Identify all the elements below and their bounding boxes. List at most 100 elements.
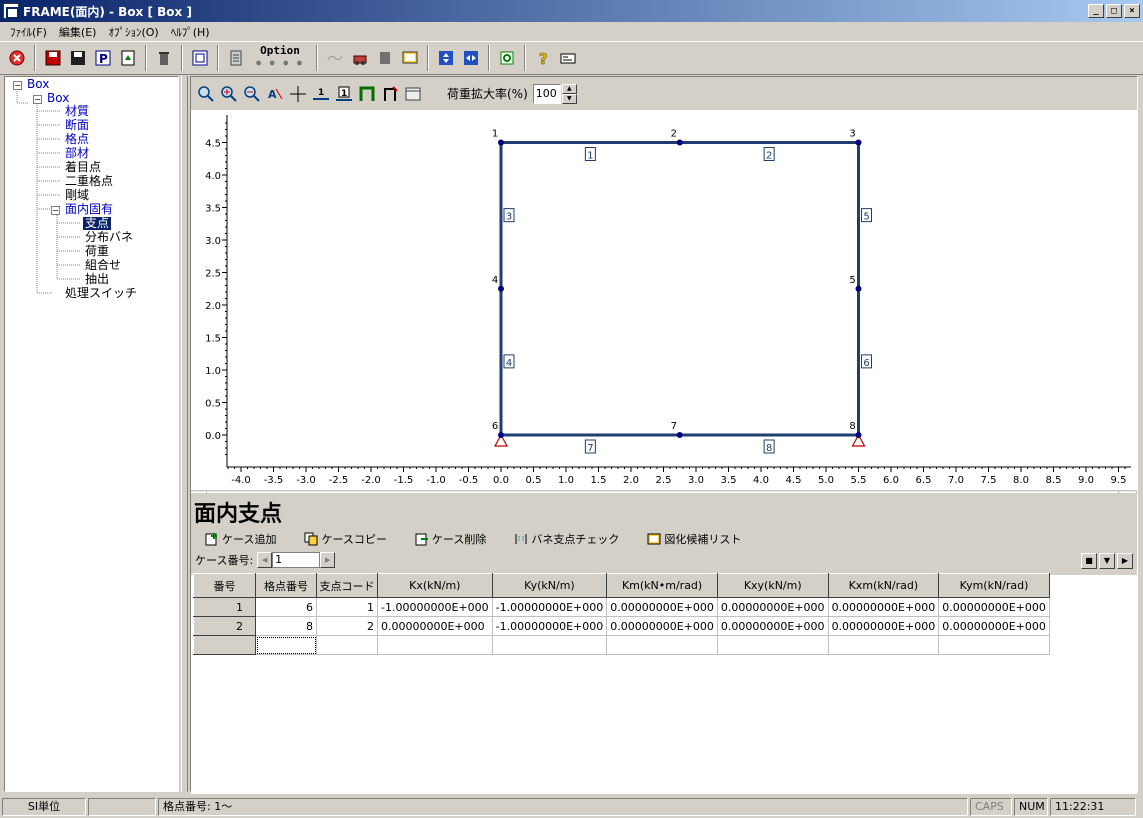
row-header[interactable]: 1 bbox=[193, 597, 256, 617]
stop-icon[interactable] bbox=[6, 47, 28, 69]
tree-item-support[interactable]: 支点 bbox=[83, 217, 112, 230]
cell-code[interactable]: 2 bbox=[316, 616, 378, 636]
cell-new[interactable] bbox=[606, 635, 718, 655]
member-number-icon[interactable]: 1 bbox=[333, 83, 355, 105]
block-icon[interactable] bbox=[374, 47, 396, 69]
option-selector[interactable]: Option ● ● ● ● bbox=[250, 45, 310, 71]
spring-check-button[interactable]: バネ支点チェック bbox=[514, 531, 619, 547]
trash-icon[interactable] bbox=[153, 47, 175, 69]
case-next-button[interactable]: ▶ bbox=[320, 552, 336, 568]
cell-code[interactable]: 1 bbox=[316, 597, 378, 617]
info-icon[interactable] bbox=[557, 47, 579, 69]
close-button[interactable]: × bbox=[1124, 4, 1140, 18]
cell-ky[interactable]: -1.00000000E+000 bbox=[491, 597, 608, 617]
case-number-input[interactable]: 1 bbox=[272, 552, 321, 568]
table-row-new[interactable] bbox=[193, 635, 1050, 655]
save-red-icon[interactable] bbox=[42, 47, 64, 69]
text-icon[interactable]: A bbox=[264, 83, 286, 105]
tree-item-load[interactable]: 荷重 bbox=[85, 245, 109, 258]
expander-root[interactable]: − bbox=[13, 81, 22, 90]
tree-item-combination[interactable]: 組合せ bbox=[85, 259, 121, 272]
plot-list-button[interactable]: 図化候補リスト bbox=[647, 531, 741, 547]
cell-new[interactable] bbox=[377, 635, 493, 655]
list-icon[interactable] bbox=[225, 47, 247, 69]
cell-kxm[interactable]: 0.00000000E+000 bbox=[827, 616, 940, 636]
refresh-icon[interactable] bbox=[496, 47, 518, 69]
case-prev-button[interactable]: ◀ bbox=[257, 552, 273, 568]
cell-kxy[interactable]: 0.00000000E+000 bbox=[716, 597, 829, 617]
tree-item-inplane[interactable]: 面内固有 bbox=[65, 203, 113, 216]
cell-ky[interactable]: -1.00000000E+000 bbox=[491, 616, 608, 636]
row-header[interactable]: 2 bbox=[193, 616, 256, 636]
tree-root[interactable]: Box bbox=[27, 78, 49, 91]
cell-new[interactable] bbox=[316, 635, 378, 655]
cell-new[interactable] bbox=[491, 635, 608, 655]
copy-case-button[interactable]: ケースコピー bbox=[304, 531, 387, 547]
col-header-km[interactable]: Km(kN•m/rad) bbox=[606, 573, 718, 598]
zoom-fit-icon[interactable] bbox=[195, 83, 217, 105]
support-display-icon[interactable] bbox=[379, 83, 401, 105]
cell-kym[interactable]: 0.00000000E+000 bbox=[938, 597, 1050, 617]
crosshair-icon[interactable] bbox=[287, 83, 309, 105]
wave-icon[interactable] bbox=[324, 47, 346, 69]
frame-display-icon[interactable] bbox=[356, 83, 378, 105]
pane-splitter[interactable] bbox=[181, 76, 188, 792]
tree-item-node[interactable]: 格点 bbox=[65, 133, 89, 146]
menu-edit[interactable]: 編集(E) bbox=[53, 24, 103, 40]
cell-new[interactable] bbox=[716, 635, 829, 655]
tree-item-focus-point[interactable]: 着目点 bbox=[65, 161, 101, 174]
cell-kx[interactable]: 0.00000000E+000 bbox=[377, 616, 493, 636]
maximize-button[interactable]: □ bbox=[1106, 4, 1122, 18]
frame-canvas[interactable]: 0.0 0.5 1.0 1.5 2.0 2.5 3.0 3.5 4.0 4.5 -4.0 -3.5 -3… bbox=[191, 111, 1137, 492]
tree-item-rigid-zone[interactable]: 剛域 bbox=[65, 189, 89, 202]
print-p-icon[interactable]: P bbox=[92, 47, 114, 69]
tree-item-section[interactable]: 断面 bbox=[65, 119, 89, 132]
cell-new[interactable] bbox=[938, 635, 1050, 655]
save-icon[interactable] bbox=[67, 47, 89, 69]
panel-stop-button[interactable]: ■ bbox=[1081, 553, 1097, 569]
cell-kxm[interactable]: 0.00000000E+000 bbox=[827, 597, 940, 617]
col-header-code[interactable]: 支点コード bbox=[316, 573, 378, 598]
zoom-spinner[interactable]: ▲ ▼ bbox=[561, 83, 577, 104]
minimize-button[interactable]: _ bbox=[1088, 4, 1104, 18]
col-header-kxy[interactable]: Kxy(kN/m) bbox=[716, 573, 829, 598]
table-row[interactable]: 2 8 2 0.00000000E+000 -1.00000000E+000 0… bbox=[193, 616, 1050, 636]
col-header-kx[interactable]: Kx(kN/m) bbox=[377, 573, 493, 598]
menu-file[interactable]: ﾌｧｲﾙ(F) bbox=[4, 24, 53, 40]
tree-item-member[interactable]: 部材 bbox=[65, 147, 89, 160]
col-header-no[interactable]: 番号 bbox=[193, 573, 256, 598]
zoom-in-icon[interactable] bbox=[218, 83, 240, 105]
zoom-input[interactable]: 100 bbox=[532, 83, 561, 104]
window-display-icon[interactable] bbox=[402, 83, 424, 105]
tree-item-extract[interactable]: 抽出 bbox=[85, 273, 109, 286]
col-header-kxm[interactable]: Kxm(kN/rad) bbox=[827, 573, 940, 598]
expander-inplane[interactable]: − bbox=[51, 206, 60, 215]
panel-down-button[interactable]: ▼ bbox=[1099, 553, 1115, 569]
export-icon[interactable] bbox=[117, 47, 139, 69]
expander-box[interactable]: − bbox=[33, 95, 42, 104]
tree-item-switch[interactable]: 処理スイッチ bbox=[65, 287, 137, 300]
node-number-icon[interactable]: 1 bbox=[310, 83, 332, 105]
cell-new[interactable] bbox=[827, 635, 940, 655]
panel-play-button[interactable]: ▶ bbox=[1117, 553, 1133, 569]
menu-options[interactable]: ｵﾌﾟｼｮﾝ(O) bbox=[102, 24, 164, 40]
zoom-out-icon[interactable] bbox=[241, 83, 263, 105]
vertical-fit-icon[interactable] bbox=[435, 47, 457, 69]
tree-item-double-node[interactable]: 二重格点 bbox=[65, 175, 113, 188]
col-header-kym[interactable]: Kym(kN/rad) bbox=[938, 573, 1050, 598]
cell-km[interactable]: 0.00000000E+000 bbox=[606, 597, 718, 617]
help-icon[interactable]: ? bbox=[532, 47, 554, 69]
tree-item-material[interactable]: 材質 bbox=[65, 105, 89, 118]
tree-item-spring[interactable]: 分布バネ bbox=[85, 231, 133, 244]
horizontal-fit-icon[interactable] bbox=[460, 47, 482, 69]
col-header-node[interactable]: 格点番号 bbox=[255, 573, 317, 598]
col-header-ky[interactable]: Ky(kN/m) bbox=[491, 573, 608, 598]
menu-help[interactable]: ﾍﾙﾌﾟ(H) bbox=[165, 24, 216, 40]
machine-icon[interactable] bbox=[349, 47, 371, 69]
add-case-button[interactable]: ケース追加 bbox=[205, 531, 276, 547]
cell-node[interactable]: 6 bbox=[255, 597, 317, 617]
row-header-new[interactable] bbox=[193, 635, 256, 655]
cell-new-node[interactable] bbox=[255, 635, 317, 655]
cell-kx[interactable]: -1.00000000E+000 bbox=[377, 597, 493, 617]
monitor-icon[interactable] bbox=[399, 47, 421, 69]
